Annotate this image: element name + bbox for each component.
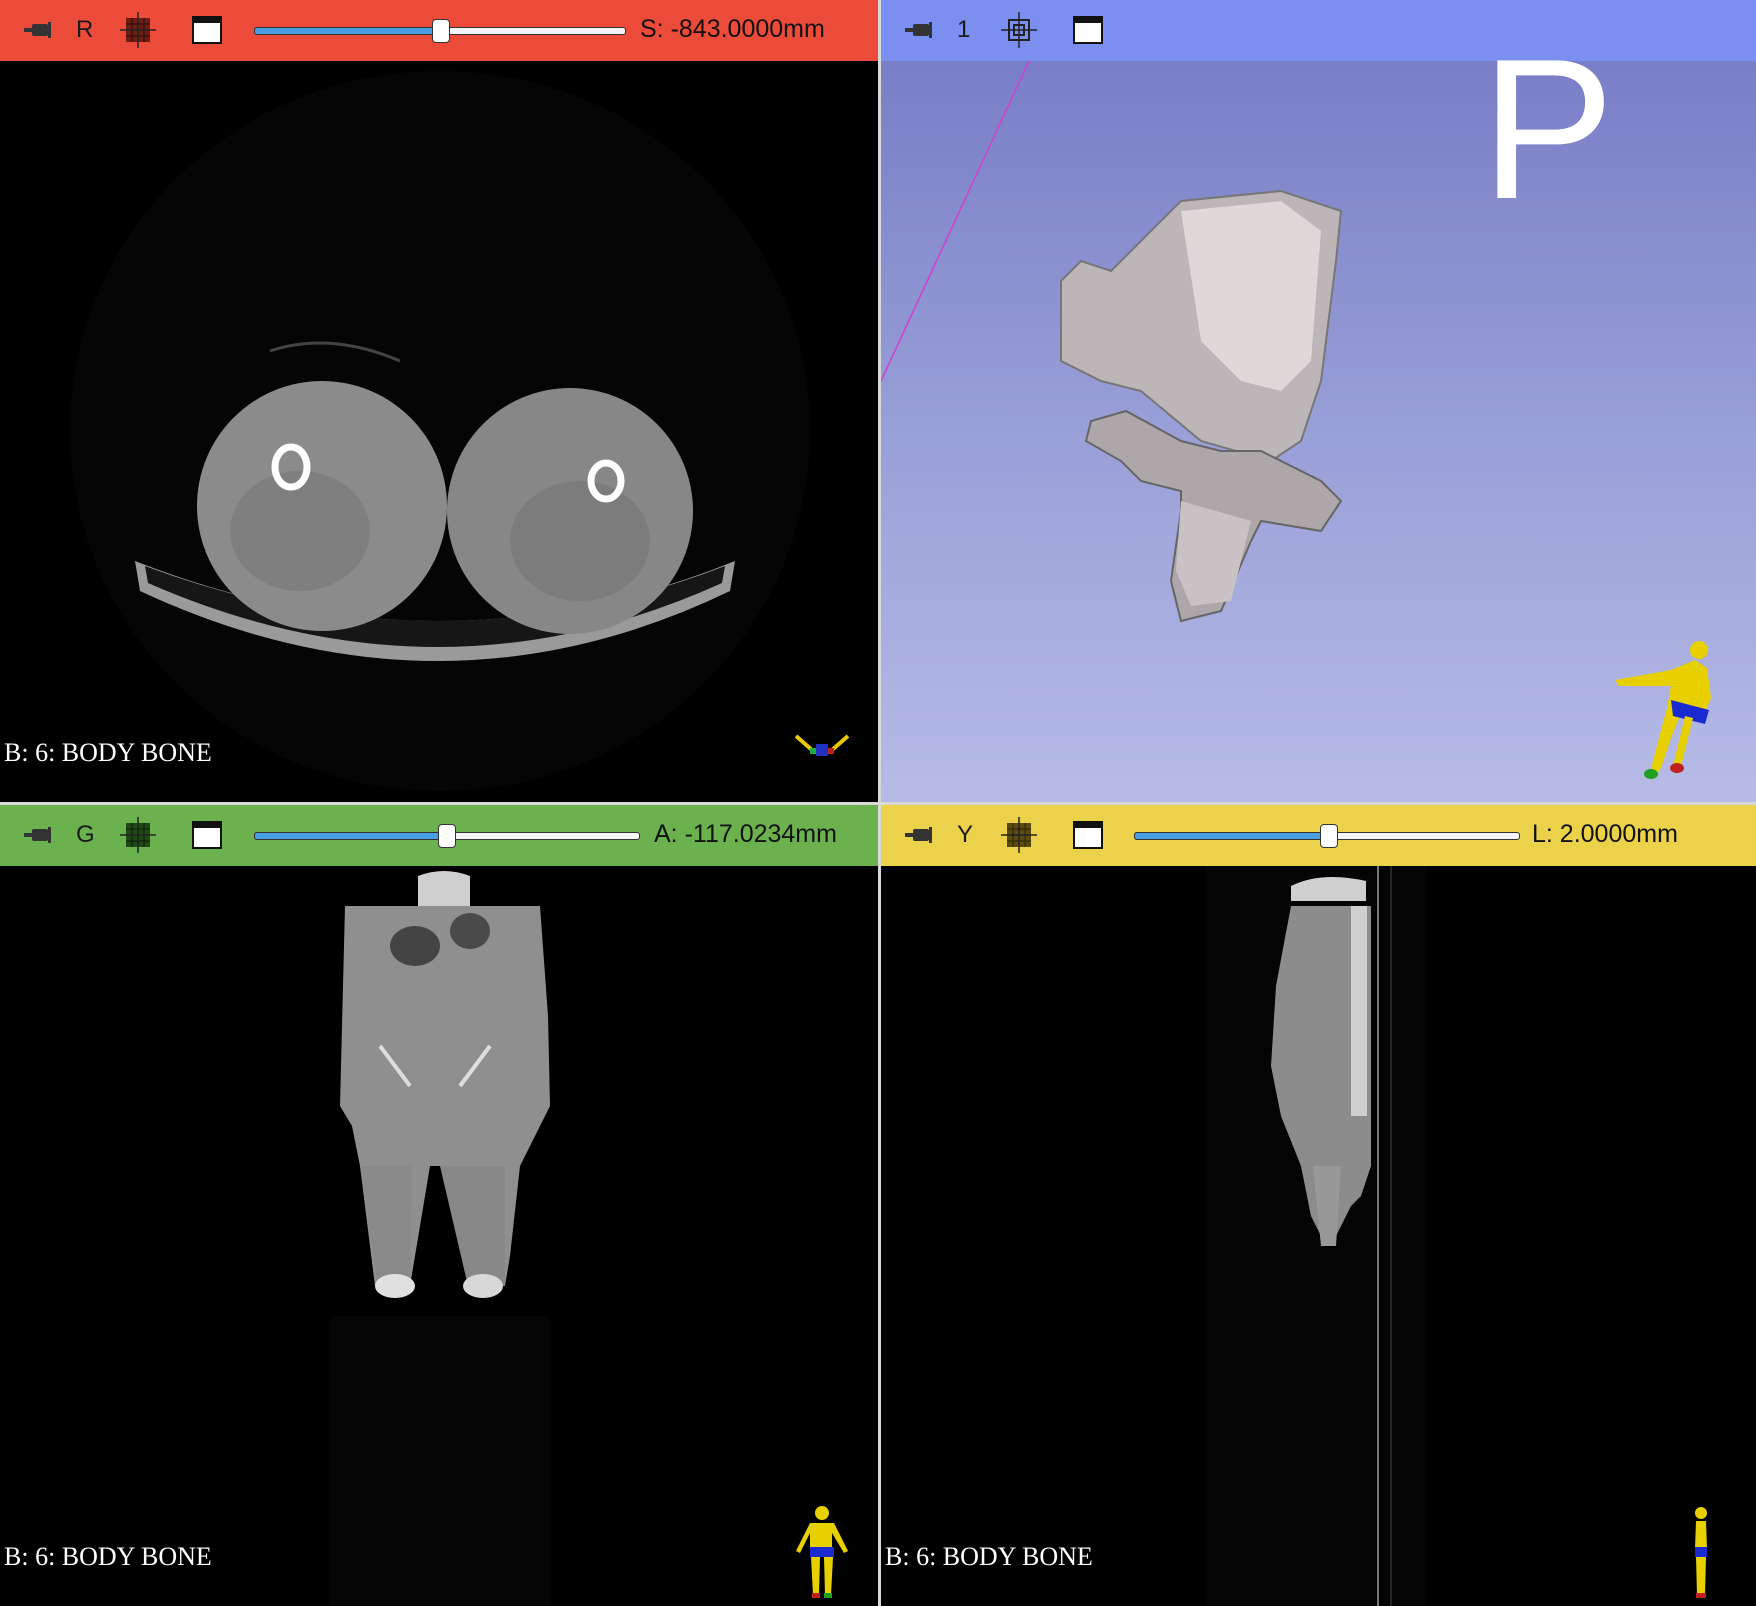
maximize-view-icon[interactable] — [192, 16, 222, 44]
slice-grid-icon[interactable] — [120, 817, 156, 853]
red-slice-controller-bar: R S: -843.0000mm — [0, 0, 878, 61]
maximize-view-icon[interactable] — [1073, 821, 1103, 849]
3d-view[interactable]: 1 P — [881, 0, 1756, 802]
human-orientation-figure-icon — [1615, 641, 1711, 779]
slice-grid-icon[interactable] — [1001, 817, 1037, 853]
red-slice-view[interactable]: R S: -843.0000mm B: 6: BODY BONE — [0, 0, 878, 802]
slider-thumb[interactable] — [1320, 824, 1338, 848]
slider-thumb[interactable] — [432, 19, 450, 43]
human-orientation-figure-icon — [1695, 1507, 1707, 1598]
pin-icon[interactable] — [905, 20, 933, 40]
volume-label: B: 6: BODY BONE — [4, 1542, 212, 1571]
sagittal-ct-image[interactable] — [881, 866, 1756, 1606]
maximize-view-icon[interactable] — [1073, 16, 1103, 44]
slice-offset-readout[interactable]: S: -843.0000mm — [640, 15, 825, 44]
pin-icon[interactable] — [905, 825, 933, 845]
slice-view-letter[interactable]: Y — [957, 821, 973, 849]
slice-view-letter[interactable]: G — [76, 821, 95, 849]
3d-view-controller-bar: 1 — [881, 0, 1756, 61]
volume-label: B: 6: BODY BONE — [885, 1542, 1093, 1571]
slice-offset-readout[interactable]: A: -117.0234mm — [654, 820, 837, 849]
volume-label: B: 6: BODY BONE — [4, 738, 212, 767]
slice-offset-slider[interactable] — [1134, 824, 1520, 848]
view-number[interactable]: 1 — [957, 16, 970, 44]
slice-offset-slider[interactable] — [254, 824, 640, 848]
green-slice-view[interactable]: G A: -117.0234mm B: 6: BODY BONE — [0, 805, 878, 1606]
axial-ct-image[interactable] — [0, 61, 878, 802]
maximize-view-icon[interactable] — [192, 821, 222, 849]
slice-view-letter[interactable]: R — [76, 16, 93, 44]
yellow-slice-controller-bar: Y L: 2.0000mm — [881, 805, 1756, 866]
green-slice-controller-bar: G A: -117.0234mm — [0, 805, 878, 866]
coronal-ct-image[interactable] — [0, 866, 878, 1606]
slice-offset-readout[interactable]: L: 2.0000mm — [1532, 820, 1678, 849]
yellow-slice-view[interactable]: Y L: 2.0000mm B: 6: BODY BONE — [881, 805, 1756, 1606]
slice-offset-slider[interactable] — [254, 19, 626, 43]
pin-icon[interactable] — [24, 825, 52, 845]
pin-icon[interactable] — [24, 20, 52, 40]
slice-grid-icon[interactable] — [120, 12, 156, 48]
orientation-marker-icon — [794, 734, 850, 756]
orientation-letter: P — [1481, 18, 1615, 241]
slider-thumb[interactable] — [438, 824, 456, 848]
human-orientation-figure-icon — [796, 1506, 848, 1598]
center-view-icon[interactable] — [1001, 12, 1037, 48]
